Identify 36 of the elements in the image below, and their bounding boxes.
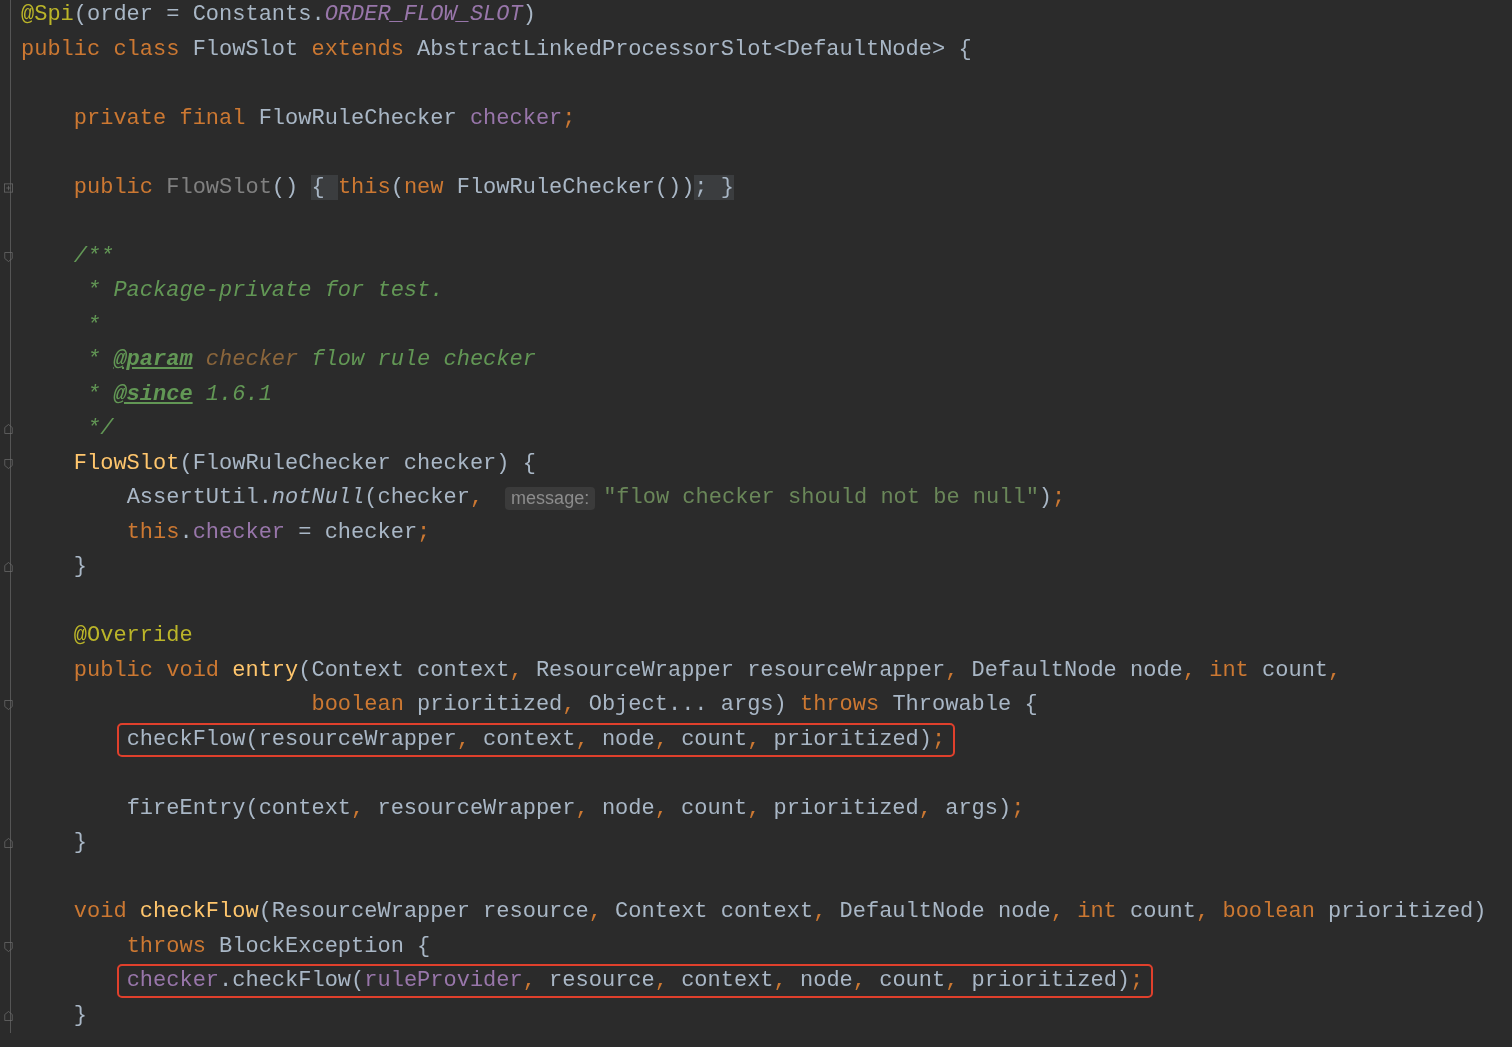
- code-text: * @since 1.6.1: [87, 380, 272, 409]
- code-text: boolean prioritized, Object... args) throws Throwable {: [311, 691, 1038, 720]
- code-text: }: [73, 553, 87, 582]
- folded-code-marker[interactable]: {: [311, 175, 338, 201]
- code-text: AssertUtil.notNull(checker,: [126, 484, 484, 513]
- code-text: public class FlowSlot extends AbstractLinkedProcessorSlot<DefaultNode> {: [21, 35, 972, 64]
- code-text: public FlowSlot(): [73, 173, 300, 202]
- fold-icon[interactable]: [4, 456, 13, 471]
- code-text: *: [87, 311, 101, 340]
- code-text: this.checker = checker;: [126, 518, 431, 547]
- code-text: @Override: [73, 622, 193, 651]
- code-text: */: [87, 415, 114, 444]
- expand-icon[interactable]: [4, 181, 13, 194]
- fold-icon[interactable]: [4, 560, 13, 575]
- fold-icon[interactable]: [4, 939, 13, 954]
- code-text: FlowSlot(FlowRuleChecker checker) {: [73, 449, 536, 478]
- code-text: private final FlowRuleChecker checker;: [73, 104, 576, 133]
- code-text: @Spi(order = Constants.ORDER_FLOW_SLOT): [21, 1, 536, 30]
- fold-icon[interactable]: [4, 249, 13, 264]
- fold-icon[interactable]: [4, 422, 13, 437]
- code-text: public void entry(Context context, ResourceWrapper resourceWrapper, DefaultNode node, int count,: [73, 656, 1342, 685]
- code-text: /**: [73, 242, 114, 271]
- fold-icon[interactable]: [4, 1008, 13, 1023]
- parameter-hint: message:: [505, 486, 596, 510]
- code-text: this(new FlowRuleChecker()): [337, 173, 695, 202]
- code-text: * Package-private for test.: [87, 277, 444, 306]
- code-text: "flow checker should not be null");: [603, 484, 1066, 513]
- code-text: }: [73, 829, 87, 858]
- fold-icon[interactable]: [4, 698, 13, 713]
- code-text: * @param checker flow rule checker: [87, 346, 536, 375]
- folded-code-marker[interactable]: ; }: [694, 175, 734, 201]
- code-text: throws BlockException {: [126, 932, 431, 961]
- fold-icon[interactable]: [4, 836, 13, 851]
- code-text: void checkFlow(ResourceWrapper resource, Context context, DefaultNode node, int count, boolean prioritized): [73, 898, 1487, 927]
- code-text: fireEntry(context, resourceWrapper, node, count, prioritized, args);: [126, 794, 1025, 823]
- code-text: }: [73, 1001, 87, 1030]
